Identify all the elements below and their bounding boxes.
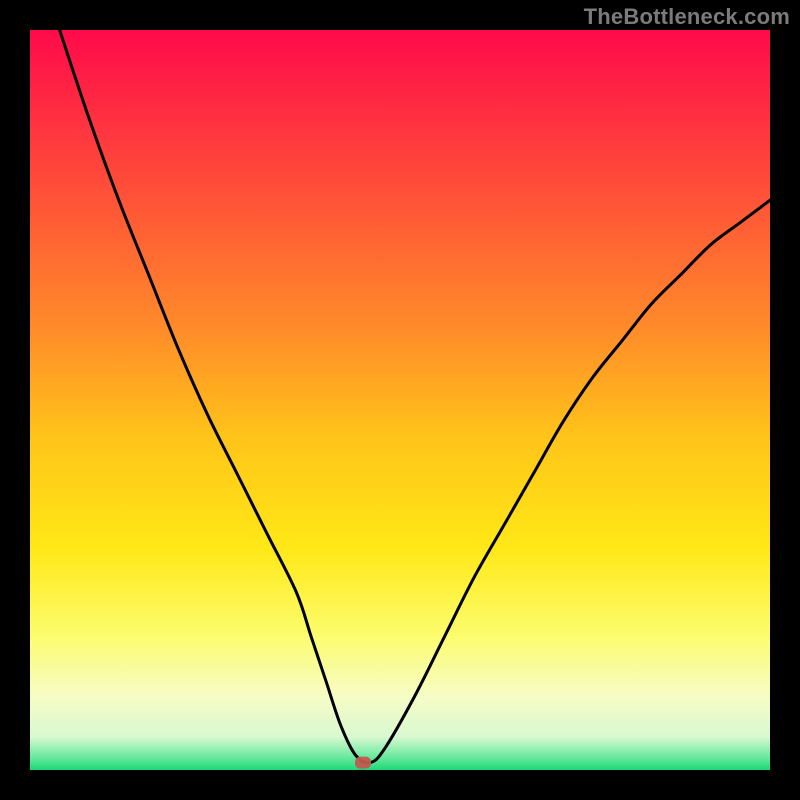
optimal-point-marker	[355, 757, 371, 769]
chart-stage: TheBottleneck.com	[0, 0, 800, 800]
bottleneck-chart	[0, 0, 800, 800]
plot-area	[30, 30, 770, 770]
watermark-text: TheBottleneck.com	[584, 4, 790, 30]
